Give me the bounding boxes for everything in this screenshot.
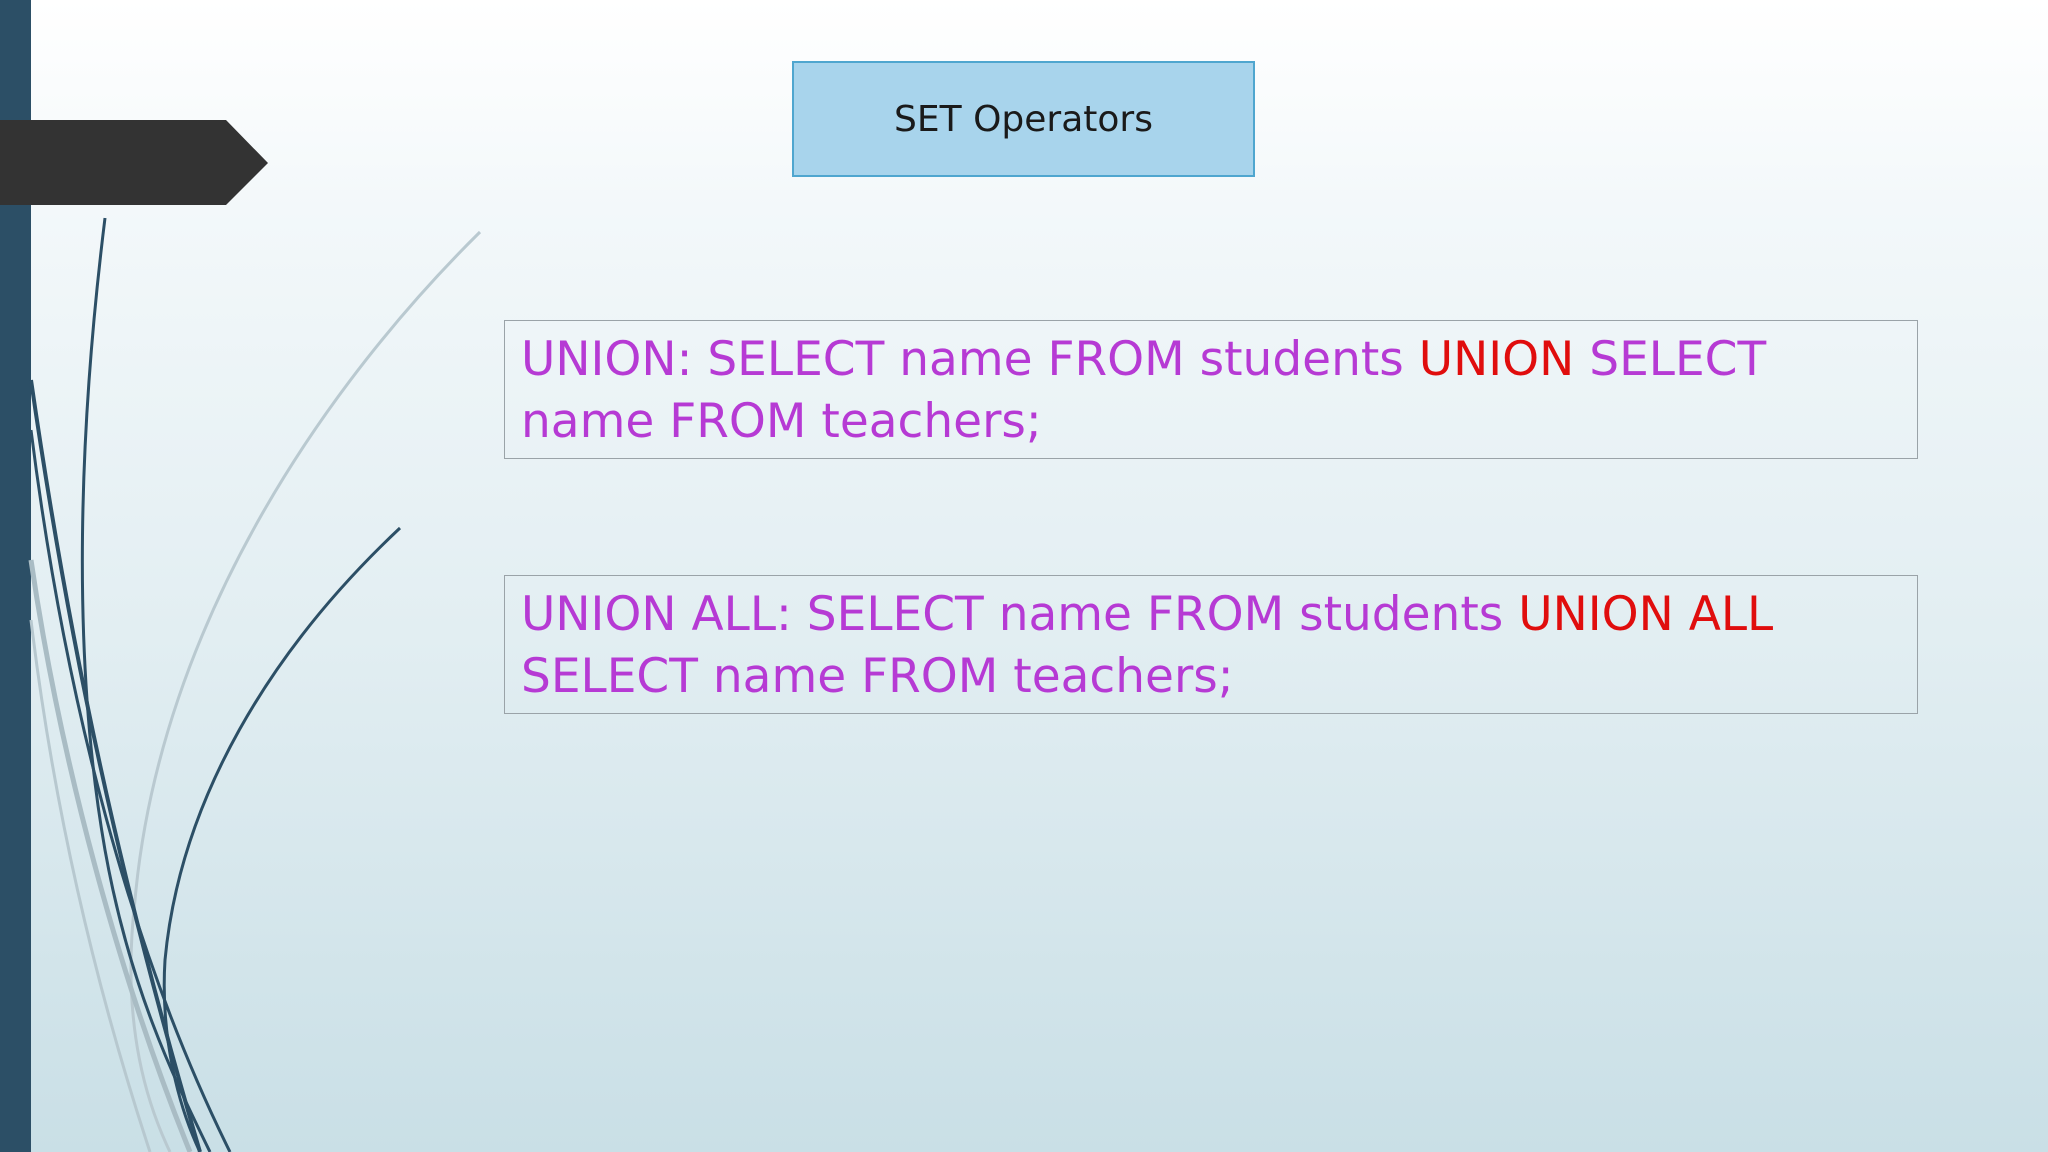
- union-all-keyword: UNION ALL: [1518, 587, 1774, 642]
- union-example-line-1: UNION: SELECT name FROM students UNION S…: [521, 329, 1903, 391]
- union-all-example-box: UNION ALL: SELECT name FROM students UNI…: [504, 575, 1918, 714]
- decor-curve-light-3: [29, 619, 152, 1152]
- union-example-prefix: UNION: SELECT name FROM students: [521, 332, 1419, 387]
- union-all-example-prefix: UNION ALL: SELECT name FROM students: [521, 587, 1519, 642]
- decor-curve-light-2: [28, 559, 193, 1152]
- decor-curve-light-1: [129, 230, 482, 1152]
- slide-title: SET Operators: [894, 98, 1153, 140]
- title-box: SET Operators: [792, 61, 1255, 177]
- union-example-box: UNION: SELECT name FROM students UNION S…: [504, 320, 1918, 459]
- decor-curve-dark-3: [162, 526, 402, 1152]
- arrow-tab: [0, 120, 268, 205]
- union-all-example-line-1: UNION ALL: SELECT name FROM students UNI…: [521, 584, 1903, 646]
- decor-curve-dark-1: [80, 217, 212, 1152]
- union-all-example-line-2: SELECT name FROM teachers;: [521, 649, 1234, 704]
- decor-curve-dark-4: [29, 429, 232, 1152]
- union-keyword: UNION: [1418, 332, 1575, 387]
- union-example-line-2: name FROM teachers;: [521, 394, 1042, 449]
- union-example-suffix: SELECT: [1574, 332, 1767, 387]
